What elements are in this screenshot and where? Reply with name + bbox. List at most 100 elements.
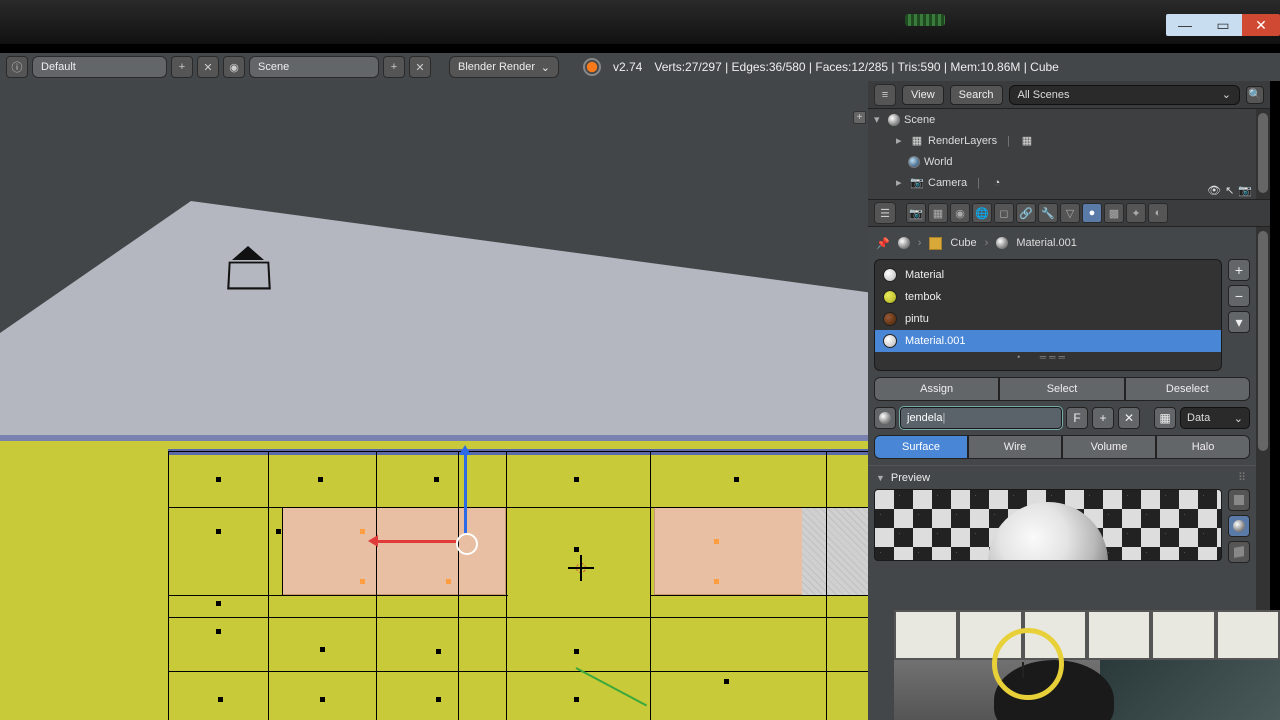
breadcrumb-object[interactable]: Cube <box>950 237 976 249</box>
particles-tab[interactable]: ✦ <box>1126 203 1146 223</box>
material-swatch <box>883 312 897 326</box>
material-slot-selected[interactable]: Material.001 <box>875 330 1221 352</box>
wire-type-button[interactable]: Wire <box>968 435 1062 459</box>
pin-icon[interactable]: 📌 <box>876 237 890 250</box>
material-tab[interactable]: ● <box>1082 203 1102 223</box>
face-center <box>734 477 739 482</box>
face-center <box>218 697 223 702</box>
gizmo-z-axis[interactable] <box>464 453 467 533</box>
view-menu[interactable]: View <box>902 85 944 105</box>
toolbar-collapse-tab[interactable]: + <box>853 111 866 124</box>
material-slot[interactable]: Material <box>875 264 1221 286</box>
tree-row-renderlayers[interactable]: ▸▦ RenderLayers | ▦ <box>868 130 1256 151</box>
properties-type-icon[interactable]: ☰ <box>874 202 896 224</box>
scene-remove-button[interactable]: ✕ <box>409 56 431 78</box>
tree-row-camera[interactable]: ▸📷 Camera | ◔ 👁 ↖ 📷 <box>868 172 1256 193</box>
face-center <box>216 629 221 634</box>
tree-row-scene[interactable]: ▾ Scene <box>868 109 1256 130</box>
halo-type-button[interactable]: Halo <box>1156 435 1250 459</box>
fake-user-button[interactable]: F <box>1066 407 1088 429</box>
outliner-scrollbar[interactable] <box>1256 109 1270 199</box>
link-dropdown[interactable]: Data⌄ <box>1180 407 1250 429</box>
data-tab[interactable]: ▽ <box>1060 203 1080 223</box>
deselect-button[interactable]: Deselect <box>1125 377 1250 401</box>
close-button[interactable]: ✕ <box>1242 14 1280 36</box>
outliner-type-icon[interactable]: ≡ <box>874 84 896 106</box>
camera-data-icon[interactable]: ◔ <box>990 176 1004 190</box>
preview-cube-button[interactable] <box>1228 541 1250 563</box>
preview-panel-header[interactable]: ▼ Preview ⠿ <box>868 465 1256 489</box>
gizmo-center[interactable] <box>456 533 478 555</box>
face-center <box>216 477 221 482</box>
render-engine-dropdown[interactable]: Blender Render⌄ <box>449 56 559 78</box>
text-cursor-icon <box>1022 662 1024 678</box>
layer-icon[interactable]: ▦ <box>1020 134 1034 148</box>
outliner-tree[interactable]: ▾ Scene ▸▦ RenderLayers | ▦ World ▸📷 Cam… <box>868 109 1256 199</box>
tree-row-world[interactable]: World <box>868 151 1256 172</box>
object-tab[interactable]: ◻ <box>994 203 1014 223</box>
nodes-icon[interactable]: ▦ <box>1154 407 1176 429</box>
unlink-material-button[interactable]: ✕ <box>1118 407 1140 429</box>
visibility-icon[interactable]: 👁 <box>1207 184 1221 197</box>
assign-button[interactable]: Assign <box>874 377 999 401</box>
material-slot[interactable]: tembok <box>875 286 1221 308</box>
renderable-icon[interactable]: 📷 <box>1238 184 1252 197</box>
face-gray <box>802 507 868 595</box>
remove-material-button[interactable]: − <box>1228 285 1250 307</box>
material-slot-list[interactable]: Material tembok pintu Material.001 • ═══ <box>874 259 1222 371</box>
face-center-selected <box>714 539 719 544</box>
list-resize-grip[interactable]: • ═══ <box>875 352 1221 364</box>
constraints-tab[interactable]: 🔗 <box>1016 203 1036 223</box>
face-center-selected <box>360 529 365 534</box>
titlebar-gripper[interactable] <box>905 14 945 26</box>
texture-tab[interactable]: ▩ <box>1104 203 1124 223</box>
minimize-button[interactable]: — <box>1166 14 1204 36</box>
volume-type-button[interactable]: Volume <box>1062 435 1156 459</box>
maximize-button[interactable]: ▭ <box>1204 14 1242 36</box>
world-tab[interactable]: 🌐 <box>972 203 992 223</box>
outliner-filter-dropdown[interactable]: All Scenes⌄ <box>1009 85 1240 105</box>
editor-type-icon[interactable]: ⓘ <box>6 56 28 78</box>
selectable-icon[interactable]: ↖ <box>1225 184 1234 197</box>
layout-dropdown[interactable]: Default <box>32 56 167 78</box>
surface-type-button[interactable]: Surface <box>874 435 968 459</box>
material-specials-button[interactable]: ▾ <box>1228 311 1250 333</box>
scene-browse-icon[interactable]: ◉ <box>223 56 245 78</box>
scene-add-button[interactable]: + <box>383 56 405 78</box>
panel-drag-icon[interactable]: ⠿ <box>1238 471 1248 484</box>
face-center <box>216 601 221 606</box>
3d-viewport[interactable]: + <box>0 81 868 720</box>
annotation-circle <box>992 628 1064 700</box>
search-menu[interactable]: Search <box>950 85 1003 105</box>
material-name-field[interactable]: jendela| <box>900 407 1062 429</box>
new-material-button[interactable]: + <box>1092 407 1114 429</box>
material-swatch <box>883 290 897 304</box>
add-material-button[interactable]: + <box>1228 259 1250 281</box>
preview-flat-button[interactable] <box>1228 489 1250 511</box>
cube-icon <box>929 237 942 250</box>
material-slot[interactable]: pintu <box>875 308 1221 330</box>
face-center <box>320 647 325 652</box>
renderlayers-tab[interactable]: ▦ <box>928 203 948 223</box>
face-center <box>434 477 439 482</box>
breadcrumb-material[interactable]: Material.001 <box>1016 237 1077 249</box>
render-tab[interactable]: 📷 <box>906 203 926 223</box>
material-preview <box>874 489 1222 561</box>
scene-tab[interactable]: ◉ <box>950 203 970 223</box>
preview-sphere-button[interactable] <box>1228 515 1250 537</box>
physics-tab[interactable]: ◐ <box>1148 203 1168 223</box>
layout-add-button[interactable]: + <box>171 56 193 78</box>
select-button[interactable]: Select <box>999 377 1124 401</box>
blender-logo-icon <box>583 58 601 76</box>
face-center <box>276 529 281 534</box>
scene-dropdown[interactable]: Scene <box>249 56 379 78</box>
webcam-overlay <box>894 610 1280 720</box>
search-icon[interactable]: 🔍 <box>1246 86 1264 104</box>
material-name: Material.001 <box>905 335 966 347</box>
layout-remove-button[interactable]: ✕ <box>197 56 219 78</box>
window-titlebar: — ▭ ✕ <box>0 0 1280 44</box>
modifiers-tab[interactable]: 🔧 <box>1038 203 1058 223</box>
camera-icon <box>232 246 264 260</box>
gizmo-x-axis[interactable] <box>376 540 456 543</box>
browse-material-icon[interactable] <box>874 407 896 429</box>
